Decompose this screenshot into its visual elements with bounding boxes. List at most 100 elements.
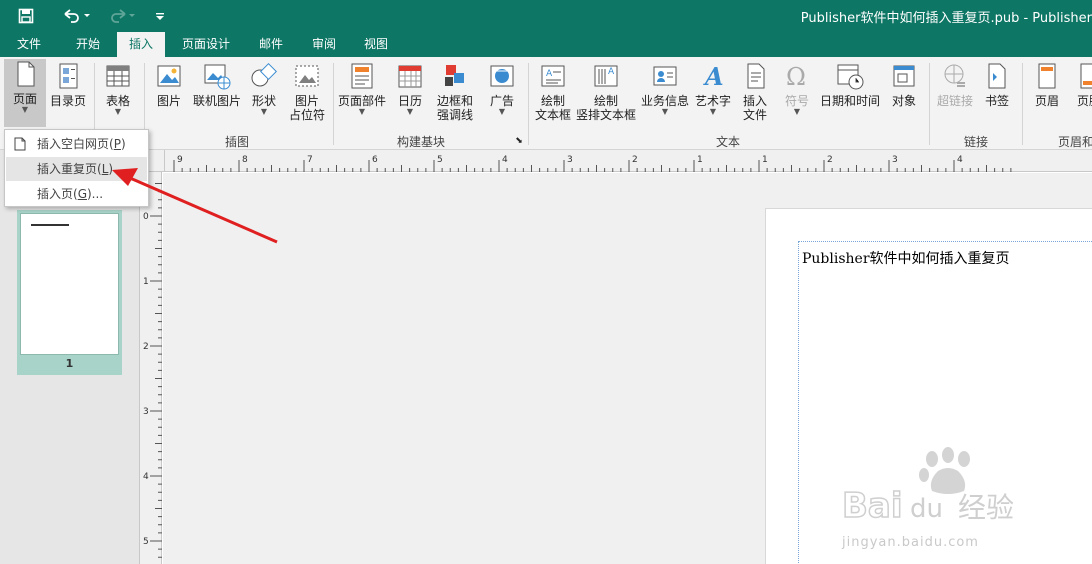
draw-vertical-textbox-label-1: 绘制: [593, 94, 618, 108]
page-icon: [17, 61, 35, 87]
svg-text:A: A: [608, 67, 615, 77]
borders-accents-icon: [445, 65, 464, 86]
vertical-ruler[interactable]: 0 1 2 3 4 5: [140, 172, 162, 564]
business-info-icon: [653, 66, 677, 86]
workspace-canvas[interactable]: Publisher软件中如何插入重复页: [163, 173, 1092, 564]
page-dropdown-menu: 插入空白网页(P) 插入重复页(L) 插入页(G)...: [4, 129, 149, 207]
save-icon[interactable]: [14, 6, 38, 26]
advertisement-label: 广告: [489, 94, 514, 108]
chevron-down-icon: ▼: [498, 107, 506, 116]
page-parts-button[interactable]: 页面部件 ▼: [337, 61, 387, 116]
dialog-launcher-icon[interactable]: ⬊: [514, 134, 524, 146]
table-label: 表格: [105, 94, 130, 108]
tab-page-design[interactable]: 页面设计: [174, 32, 238, 57]
chevron-down-icon: ▼: [661, 107, 669, 116]
calendar-button[interactable]: 日历 ▼: [392, 61, 428, 116]
menu-ellipsis: )...: [87, 187, 104, 201]
catalog-page-icon: [59, 63, 78, 89]
omega-icon: Ω: [786, 63, 806, 91]
customize-qat-icon[interactable]: [152, 6, 168, 26]
footer-button[interactable]: 页脚: [1070, 61, 1092, 108]
borders-accents-button[interactable]: 边框和 强调线: [432, 61, 478, 122]
page-button[interactable]: 页面 ▼: [4, 59, 46, 127]
vertical-ruler-ticks: 0 1 2 3 4 5: [143, 183, 162, 558]
picture-placeholder-button[interactable]: 图片 占位符: [286, 61, 328, 122]
page-label: 页面: [12, 92, 37, 106]
table-button[interactable]: 表格 ▼: [98, 61, 138, 116]
svg-text:A: A: [546, 69, 553, 79]
online-picture-icon: [204, 64, 231, 90]
picture-button[interactable]: 图片: [150, 61, 188, 108]
ruler-label: 1: [762, 155, 768, 165]
object-icon: [893, 65, 915, 87]
header-button[interactable]: 页眉: [1028, 61, 1066, 108]
object-label: 对象: [891, 94, 916, 108]
page-navigation-pane: 1: [0, 150, 140, 564]
bookmark-button[interactable]: 书签: [978, 61, 1016, 108]
horizontal-ruler-ticks: 9 8 7 6 5 4 3 2 1 1 2 3 4: [173, 155, 1012, 172]
insert-file-label-2: 文件: [742, 108, 767, 122]
chevron-down-icon: ▼: [358, 107, 366, 116]
page-text[interactable]: Publisher软件中如何插入重复页: [802, 248, 1010, 268]
bookmark-label: 书签: [984, 94, 1009, 108]
ruler-label: 4: [143, 472, 149, 482]
svg-text:A: A: [703, 62, 724, 91]
picture-label: 图片: [156, 94, 181, 108]
title-bar: Publisher软件中如何插入重复页.pub - Publisher: [0, 0, 1092, 32]
borders-label-1: 边框和: [436, 94, 473, 108]
menu-paren: ): [108, 162, 114, 176]
date-time-label: 日期和时间: [819, 94, 880, 108]
menu-item-insert-blank-page[interactable]: 插入空白网页(P): [6, 132, 147, 156]
ruler-label: 2: [143, 342, 149, 352]
tab-insert[interactable]: 插入: [117, 32, 165, 57]
menu-item-insert-duplicate-page[interactable]: 插入重复页(L): [6, 157, 147, 181]
insert-file-label-1: 插入: [742, 94, 767, 108]
symbol-button[interactable]: Ω 符号 ▼: [778, 61, 816, 116]
ruler-label: 2: [632, 155, 638, 165]
menu-item-insert-page-label: 插入页(: [37, 187, 78, 201]
chevron-down-icon: ▼: [406, 107, 414, 116]
undo-icon[interactable]: [58, 6, 92, 26]
shapes-button[interactable]: 形状 ▼: [245, 61, 283, 116]
header-label: 页眉: [1034, 94, 1059, 108]
hyperlink-button[interactable]: 超链接: [934, 61, 976, 108]
page-thumbnail-preview: [20, 213, 119, 355]
menu-access-key: G: [77, 187, 87, 201]
menu-item-insert-page[interactable]: 插入页(G)...: [6, 182, 147, 206]
picture-placeholder-icon: [295, 65, 319, 87]
advertisement-button[interactable]: 广告 ▼: [482, 61, 522, 116]
object-button[interactable]: 对象: [885, 61, 923, 108]
insert-file-button[interactable]: 插入 文件: [736, 61, 774, 122]
tab-home[interactable]: 开始: [66, 32, 110, 57]
catalog-page-button[interactable]: 目录页: [48, 61, 88, 108]
wordart-button[interactable]: A 艺术字 ▼: [693, 61, 733, 116]
business-info-label: 业务信息: [640, 94, 689, 108]
horizontal-ruler[interactable]: 9 8 7 6 5 4 3 2 1 1 2 3 4: [165, 150, 1092, 172]
publication-page[interactable]: Publisher软件中如何插入重复页: [765, 208, 1092, 564]
business-info-button[interactable]: 业务信息 ▼: [640, 61, 690, 116]
tab-file[interactable]: 文件: [8, 32, 50, 57]
draw-vertical-textbox-button[interactable]: A 绘制 竖排文本框: [576, 61, 636, 122]
page-parts-label: 页面部件: [337, 94, 386, 108]
picture-icon: [157, 65, 181, 87]
tab-view[interactable]: 视图: [355, 32, 397, 57]
ruler-label: 8: [242, 155, 248, 165]
tab-mailings[interactable]: 邮件: [250, 32, 292, 57]
online-picture-button[interactable]: 联机图片: [192, 61, 242, 108]
tab-review[interactable]: 审阅: [303, 32, 345, 57]
bookmark-icon: [988, 63, 1006, 89]
page-parts-icon: [351, 63, 373, 89]
draw-textbox-label-2: 文本框: [534, 108, 571, 122]
draw-textbox-button[interactable]: A 绘制 文本框: [532, 61, 574, 122]
ruler-label: 7: [307, 155, 313, 165]
text-box[interactable]: Publisher软件中如何插入重复页: [798, 241, 1092, 564]
group-label-header-footer: 页眉和: [1058, 135, 1092, 149]
group-label-illustrations: 插图: [225, 135, 250, 149]
date-time-button[interactable]: 日期和时间: [818, 61, 882, 108]
redo-icon[interactable]: [104, 6, 138, 26]
page-thumbnail[interactable]: 1: [17, 210, 122, 375]
separator: [929, 63, 930, 145]
separator: [1022, 63, 1023, 145]
menu-item-insert-duplicate-label: 插入重复页(: [37, 162, 102, 176]
draw-vertical-textbox-label-2: 竖排文本框: [576, 108, 637, 122]
